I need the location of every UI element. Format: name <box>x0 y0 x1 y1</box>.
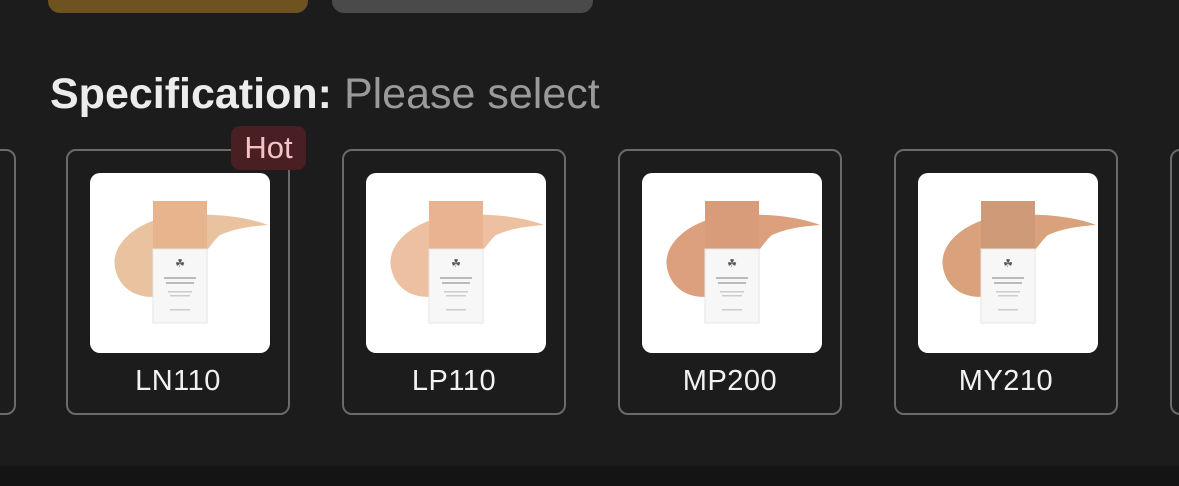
foundation-bottle-icon: ☘ <box>942 201 1096 324</box>
hot-badge: Hot <box>231 126 306 170</box>
spec-option-label: LP110 <box>411 365 497 397</box>
spec-option-next[interactable] <box>1170 149 1179 415</box>
spec-option-ln110[interactable]: ☘ LN110 <box>66 149 290 415</box>
svg-text:☘: ☘ <box>727 257 737 270</box>
primary-action-button[interactable] <box>48 0 308 13</box>
product-thumbnail: ☘ <box>642 173 822 353</box>
svg-text:☘: ☘ <box>1003 257 1013 270</box>
svg-text:☘: ☘ <box>451 257 461 270</box>
product-spec-panel: Specification: Please select ☘ LN110 ☘ L… <box>0 0 1179 486</box>
specification-value: Please select <box>343 70 600 118</box>
spec-option-label: LN110 <box>135 365 221 397</box>
svg-text:☘: ☘ <box>175 257 185 270</box>
foundation-bottle-icon: ☘ <box>666 201 820 324</box>
specification-header: Specification: Please select <box>50 68 600 120</box>
foundation-bottle-icon: ☘ <box>114 201 268 324</box>
spec-options-list: ☘ LN110 ☘ LP110 ☘ MP200 ☘ MY210 <box>0 149 1179 419</box>
bottom-bar <box>0 466 1179 486</box>
spec-option-previous[interactable] <box>0 149 16 415</box>
foundation-bottle-icon: ☘ <box>390 201 544 324</box>
spec-option-my210[interactable]: ☘ MY210 <box>894 149 1118 415</box>
spec-option-label: MP200 <box>682 365 778 397</box>
specification-label: Specification: <box>50 70 332 118</box>
product-thumbnail: ☘ <box>918 173 1098 353</box>
product-thumbnail: ☘ <box>366 173 546 353</box>
spec-option-mp200[interactable]: ☘ MP200 <box>618 149 842 415</box>
spec-option-lp110[interactable]: ☘ LP110 <box>342 149 566 415</box>
product-thumbnail: ☘ <box>90 173 270 353</box>
secondary-action-button[interactable] <box>332 0 593 13</box>
spec-option-label: MY210 <box>958 365 1054 397</box>
